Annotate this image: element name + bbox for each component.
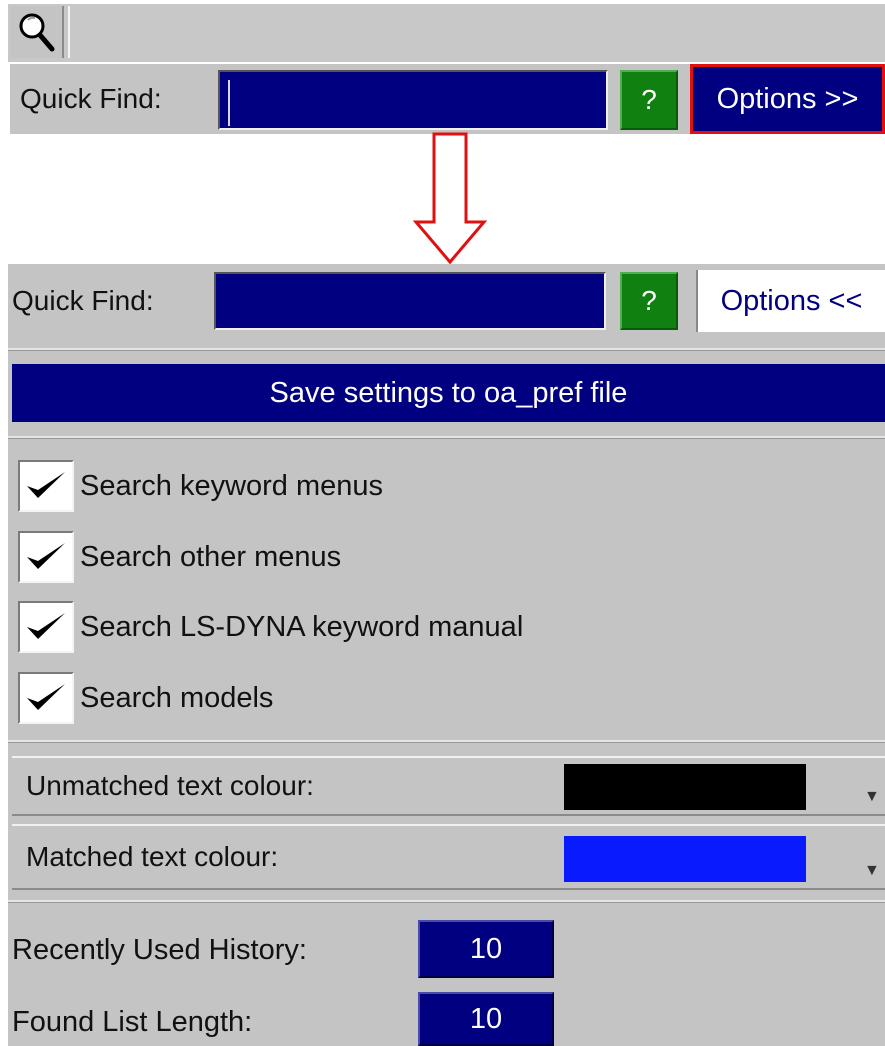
options-expand-button[interactable]: Options >> [690,64,885,134]
unmatched-colour-label: Unmatched text colour: [26,770,314,801]
options-collapse-button[interactable]: Options << [696,270,885,332]
search-tool-button[interactable] [10,6,64,58]
save-settings-button[interactable]: Save settings to oa_pref file [12,364,885,422]
found-list-length-label: Found List Length: [12,1006,253,1038]
unmatched-colour-row: Unmatched text colour: ▼ [12,756,885,816]
dropdown-arrow-icon[interactable]: ▼ [864,862,880,880]
divider [8,348,885,351]
matched-colour-row: Matched text colour: ▼ [12,824,885,890]
checkbox[interactable] [18,672,74,724]
quick-find-label: Quick Find: [20,83,162,114]
quick-find-input[interactable] [214,272,606,330]
help-button[interactable]: ? [620,70,678,130]
divider [8,900,885,903]
magnifier-icon [19,13,55,52]
checkbox-search-keyword-menus[interactable]: Search keyword menus [18,460,383,512]
checkbox-label: Search models [80,681,274,714]
toolbar-separator [68,6,80,58]
top-toolbar [8,4,885,62]
quick-find-options-panel: Quick Find: ? Options << Save settings t… [8,264,885,1046]
quick-find-label: Quick Find: [12,285,154,316]
checkmark-icon [27,543,65,569]
dropdown-arrow-icon[interactable]: ▼ [864,788,880,806]
quick-find-input[interactable] [218,70,608,130]
checkbox-label: Search other menus [80,540,342,573]
checkbox-search-models[interactable]: Search models [18,672,273,724]
checkbox[interactable] [18,460,74,512]
matched-colour-swatch[interactable] [564,836,806,882]
down-arrow-icon [412,132,488,265]
checkmark-icon [27,472,65,498]
recently-used-history-label: Recently Used History: [12,934,307,966]
checkbox-search-keyword-manual[interactable]: Search LS-DYNA keyword manual [18,601,523,653]
checkmark-icon [27,613,65,639]
recently-used-history-input[interactable]: 10 [418,920,554,978]
divider [8,436,885,439]
checkmark-icon [27,684,65,710]
help-button[interactable]: ? [620,272,678,330]
divider [8,740,885,743]
checkbox[interactable] [18,601,74,653]
found-list-length-input[interactable]: 10 [418,992,554,1046]
unmatched-colour-swatch[interactable] [564,764,806,810]
checkbox-label: Search LS-DYNA keyword manual [80,610,524,643]
top-quick-find-row: Quick Find: ? Options >> [10,64,885,134]
checkbox[interactable] [18,531,74,583]
text-caret [228,80,230,126]
checkbox-label: Search keyword menus [80,469,384,502]
checkbox-search-other-menus[interactable]: Search other menus [18,531,341,583]
matched-colour-label: Matched text colour: [26,841,279,872]
